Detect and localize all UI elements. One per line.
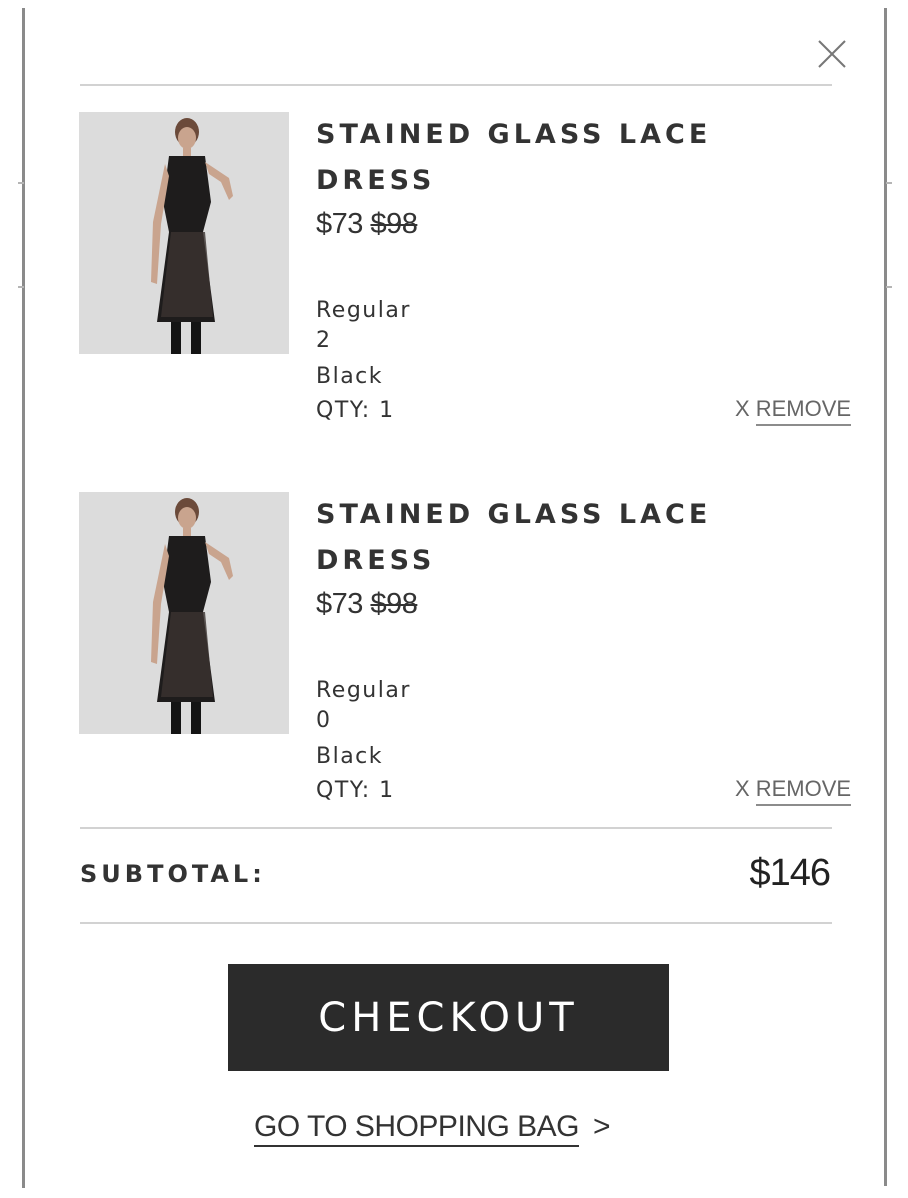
item-price: $73 $98 (316, 588, 418, 621)
item-color: Black (316, 744, 384, 769)
subtotal-top-divider (80, 827, 832, 829)
subtotal-value: $146 (749, 852, 831, 894)
remove-button[interactable]: X REMOVE (735, 396, 852, 426)
item-color: Black (316, 364, 384, 389)
item-size: 2 (316, 328, 332, 353)
item-name[interactable]: STAINED GLASS LACE DRESS (316, 112, 786, 204)
subtotal-label: SUBTOTAL: (80, 860, 266, 888)
product-image[interactable] (79, 112, 289, 354)
close-button[interactable] (814, 36, 850, 72)
item-price: $73 $98 (316, 208, 418, 241)
item-fit: Regular (316, 298, 411, 323)
original-price: $98 (370, 588, 418, 620)
sale-price: $73 (316, 208, 363, 240)
cart-item: STAINED GLASS LACE DRESS $73 $98 Regular… (0, 492, 908, 832)
top-divider (80, 84, 832, 86)
go-to-shopping-bag-link[interactable]: GO TO SHOPPING BAG > (254, 1110, 611, 1147)
item-qty: QTY: 1 (316, 778, 395, 803)
original-price: $98 (370, 208, 418, 240)
remove-label: REMOVE (755, 776, 852, 806)
subtotal-bottom-divider (80, 922, 832, 924)
remove-x: X (735, 776, 750, 801)
dress-photo (79, 112, 289, 354)
close-icon (818, 40, 846, 68)
dress-photo (79, 492, 289, 734)
remove-button[interactable]: X REMOVE (735, 776, 852, 806)
item-size: 0 (316, 708, 332, 733)
cart-item: STAINED GLASS LACE DRESS $73 $98 Regular… (0, 112, 908, 452)
chevron-right-icon: > (592, 1110, 611, 1143)
product-image[interactable] (79, 492, 289, 734)
item-name[interactable]: STAINED GLASS LACE DRESS (316, 492, 786, 584)
item-fit: Regular (316, 678, 411, 703)
item-qty: QTY: 1 (316, 398, 395, 423)
remove-label: REMOVE (755, 396, 852, 426)
bag-link-label: GO TO SHOPPING BAG (254, 1110, 579, 1147)
remove-x: X (735, 396, 750, 421)
checkout-button[interactable]: CHECKOUT (228, 964, 669, 1071)
sale-price: $73 (316, 588, 363, 620)
